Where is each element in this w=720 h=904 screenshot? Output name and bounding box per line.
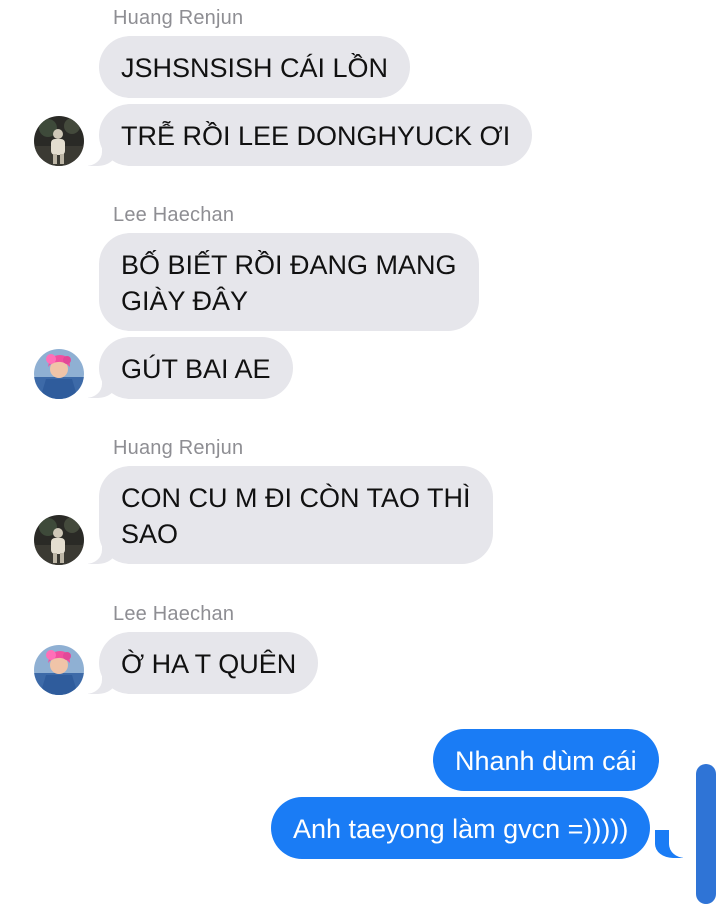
message-text: JSHSNSISH CÁI LỒN — [121, 53, 389, 83]
message-bubble-incoming[interactable]: BỐ BIẾT RỒI ĐANG MANG GIÀY ĐÂY — [99, 233, 479, 331]
message-bubble-incoming[interactable]: JSHSNSISH CÁI LỒN — [99, 36, 411, 98]
message-bubble-incoming[interactable]: CON CU M ĐI CÒN TAO THÌ SAO — [99, 466, 493, 564]
message-text-line: SAO — [121, 519, 179, 549]
renjun-avatar[interactable] — [34, 116, 84, 166]
sender-name: Lee Haechan — [113, 603, 235, 625]
renjun-avatar[interactable] — [34, 515, 84, 565]
bubble-tail — [655, 824, 697, 858]
sender-name: Lee Haechan — [113, 204, 235, 226]
sender-name: Huang Renjun — [113, 7, 244, 29]
message-text: Nhanh dùm cái — [455, 746, 637, 776]
message-text-line: CON CU M ĐI CÒN TAO THÌ — [121, 483, 471, 513]
message-text: TRỄ RỒI LEE DONGHYUCK ƠI — [121, 121, 511, 151]
message-text: Ờ HA T QUÊN — [121, 649, 297, 679]
scrollbar[interactable] — [696, 764, 716, 904]
message-bubble-incoming[interactable]: TRỄ RỒI LEE DONGHYUCK ƠI — [99, 104, 533, 166]
message-text-line: BỐ BIẾT RỒI ĐANG MANG — [121, 250, 457, 280]
haechan-avatar[interactable] — [34, 645, 84, 695]
message-text-line: GIÀY ĐÂY — [121, 286, 249, 316]
message-text: GÚT BAI AE — [121, 354, 271, 384]
message-bubble-incoming[interactable]: GÚT BAI AE — [99, 337, 293, 399]
message-bubble-incoming[interactable]: Ờ HA T QUÊN — [99, 632, 319, 694]
message-bubble-outgoing[interactable]: Nhanh dùm cái — [433, 729, 659, 791]
message-bubble-outgoing[interactable]: Anh taeyong làm gvcn =))))) — [271, 797, 651, 859]
message-text: Anh taeyong làm gvcn =))))) — [293, 814, 629, 844]
sender-name: Huang Renjun — [113, 437, 244, 459]
haechan-avatar[interactable] — [34, 349, 84, 399]
